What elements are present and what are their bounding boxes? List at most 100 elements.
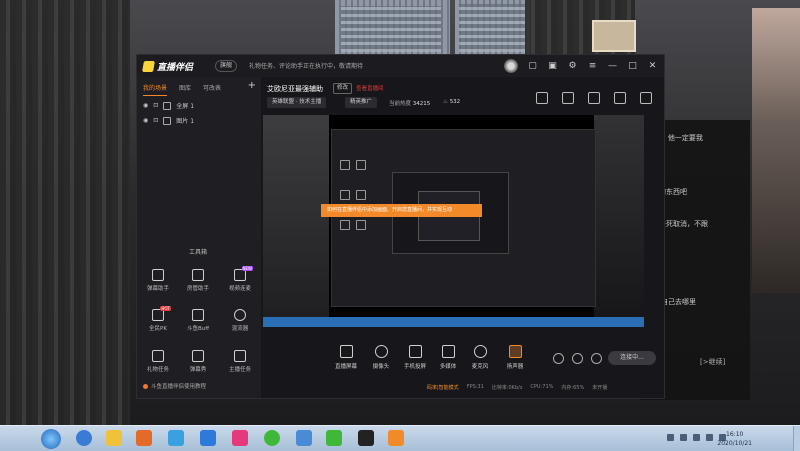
source-label: 全屏 1: [176, 103, 195, 110]
maximize-icon[interactable]: □: [627, 61, 638, 72]
video-record-icon[interactable]: [553, 353, 564, 364]
record-icon[interactable]: [562, 92, 574, 104]
user-avatar[interactable]: [504, 59, 518, 73]
tool-pk[interactable]: HOT 全民PK: [141, 306, 175, 332]
tray-icon[interactable]: [693, 434, 700, 441]
lock-screen-icon[interactable]: [588, 92, 600, 104]
start-live-button[interactable]: 连接中...: [608, 351, 656, 365]
add-source-button[interactable]: +: [248, 80, 256, 91]
curtain-left: [0, 0, 130, 425]
network-icon[interactable]: [706, 434, 713, 441]
tool-label: 弹幕助手: [146, 286, 169, 292]
eye-icon[interactable]: ◉: [143, 117, 148, 124]
tray-icon[interactable]: [667, 434, 674, 441]
tool-mixer[interactable]: 混流器: [223, 309, 257, 332]
tool-danmu-helper[interactable]: 弹幕助手: [141, 269, 175, 292]
cloud-icon[interactable]: [168, 430, 184, 446]
settings-icon[interactable]: ⚙: [567, 61, 578, 72]
room-manager-icon: [192, 269, 204, 281]
photo-frame: [592, 20, 636, 52]
lock-icon[interactable]: ⊡: [153, 117, 158, 124]
chat-app-icon[interactable]: [264, 430, 280, 446]
bell-icon[interactable]: [614, 92, 626, 104]
tool-video-link[interactable]: NEW 视频连麦: [223, 266, 257, 292]
bottom-tool-label: 摄像头: [372, 364, 390, 370]
media-icon: [441, 345, 455, 358]
close-icon[interactable]: ✕: [647, 61, 658, 72]
menu-icon[interactable]: ≡: [587, 61, 598, 72]
game-icon[interactable]: [358, 430, 374, 446]
new-tag: NEW: [241, 266, 253, 271]
bottom-tool-label: 手机投屏: [403, 364, 426, 370]
image-icon: [163, 116, 172, 125]
clock-time: 16:10: [726, 431, 744, 438]
status-bar: 码率|智能模式 FPS:31 比特率:0Kb/s CPU:71% 内存:65% …: [427, 384, 607, 391]
folder-icon[interactable]: [106, 430, 122, 446]
screen-share-button[interactable]: 直播屏幕: [329, 345, 363, 370]
popularity-stat: 当前热度 34215: [389, 99, 430, 107]
tool-label: 斗鱼Buff: [186, 326, 210, 332]
preview-curtain-right: [594, 115, 644, 327]
player-icon[interactable]: [326, 430, 342, 446]
share-icon[interactable]: [640, 92, 652, 104]
video-app-icon[interactable]: [232, 430, 248, 446]
phone-cast-icon: [408, 345, 422, 358]
mode-status[interactable]: 码率|智能模式: [427, 384, 459, 391]
continue-button[interactable]: [>继续]: [700, 356, 725, 368]
nested-tool-icon: [356, 220, 366, 230]
camera-icon: [374, 345, 388, 358]
mixer-icon: [234, 309, 246, 321]
phone-cast-button[interactable]: 手机投屏: [398, 345, 432, 370]
titlebar-controls: ▢ ▣ ⚙ ≡ — □ ✕: [504, 59, 658, 73]
tool-room-manager[interactable]: 房管助手: [181, 269, 215, 292]
media-button[interactable]: 多媒体: [431, 345, 465, 370]
browser-icon[interactable]: [76, 430, 92, 446]
photos-icon[interactable]: [296, 430, 312, 446]
version-badge[interactable]: 旗舰: [215, 60, 238, 72]
camera-button[interactable]: 摄像头: [364, 345, 398, 370]
media-player-icon[interactable]: [136, 430, 152, 446]
tool-buff[interactable]: 斗鱼Buff: [181, 309, 215, 332]
popularity-label: 当前热度: [389, 101, 412, 107]
bird-app-icon[interactable]: [200, 430, 216, 446]
bottom-tool-label: 多媒体: [439, 364, 457, 370]
bottom-tool-label: 直播屏幕: [334, 364, 357, 370]
streaming-app-window: 直播伴侣 旗舰 礼物任务、评论助手正在执行中，敬请期待 ▢ ▣ ⚙ ≡ — □ …: [136, 54, 665, 399]
category-chip[interactable]: 英雄联盟 · 技术主播: [267, 97, 327, 108]
tutorial-link[interactable]: 斗鱼直播伴侣使用教程: [143, 382, 206, 390]
speaker-icon: [508, 345, 522, 358]
streaming-app-icon[interactable]: [388, 430, 404, 446]
speaker-button[interactable]: 扬声器: [498, 345, 532, 370]
start-button[interactable]: [41, 429, 61, 449]
tab-my-scene[interactable]: 我的场景: [143, 83, 168, 96]
show-desktop-button[interactable]: [793, 426, 800, 451]
view-room-link[interactable]: 查看直播间: [356, 84, 384, 92]
source-item[interactable]: ◉ ⊡ 全屏 1: [143, 101, 194, 110]
nested-tool-icon: [340, 220, 350, 230]
tab-gallery[interactable]: 图库: [179, 83, 191, 96]
gear-icon[interactable]: [591, 353, 602, 364]
tool-label: 混流器: [231, 326, 249, 332]
nested-tool-icon: [340, 190, 350, 200]
message-icon[interactable]: ▢: [527, 61, 538, 72]
tutorial-banner[interactable]: 如何在直播伴侣中添加画面、开启您直播间，并实现互动: [321, 204, 482, 217]
gift-icon[interactable]: ▣: [547, 61, 558, 72]
tab-editable[interactable]: 可改表: [203, 83, 221, 96]
eye-icon[interactable]: ◉: [143, 102, 148, 109]
edit-title-button[interactable]: 修改: [333, 83, 353, 94]
lock-icon[interactable]: ⊡: [153, 102, 158, 109]
layout-icon[interactable]: [536, 92, 548, 104]
app-logo: 直播伴侣: [142, 59, 193, 73]
clock[interactable]: 16:10 2020/10/21: [717, 430, 752, 448]
fps-status: FPS:31: [466, 384, 484, 390]
mic-button[interactable]: 麦克风: [463, 345, 497, 370]
stream-preview[interactable]: 如何在直播伴侣中添加画面、开启您直播间，并实现互动: [263, 115, 644, 327]
tray-icon[interactable]: [680, 434, 687, 441]
timer-icon[interactable]: [572, 353, 583, 364]
hot-tag: HOT: [160, 306, 171, 311]
source-item[interactable]: ◉ ⊡ 图片 1: [143, 116, 194, 125]
bottom-toolbar: 直播屏幕 摄像头 手机投屏 多媒体 麦克风 扬声器: [137, 345, 664, 375]
promo-chip[interactable]: 精英推广: [345, 97, 378, 108]
network-status: 未开播: [592, 385, 608, 391]
minimize-icon[interactable]: —: [607, 61, 618, 72]
